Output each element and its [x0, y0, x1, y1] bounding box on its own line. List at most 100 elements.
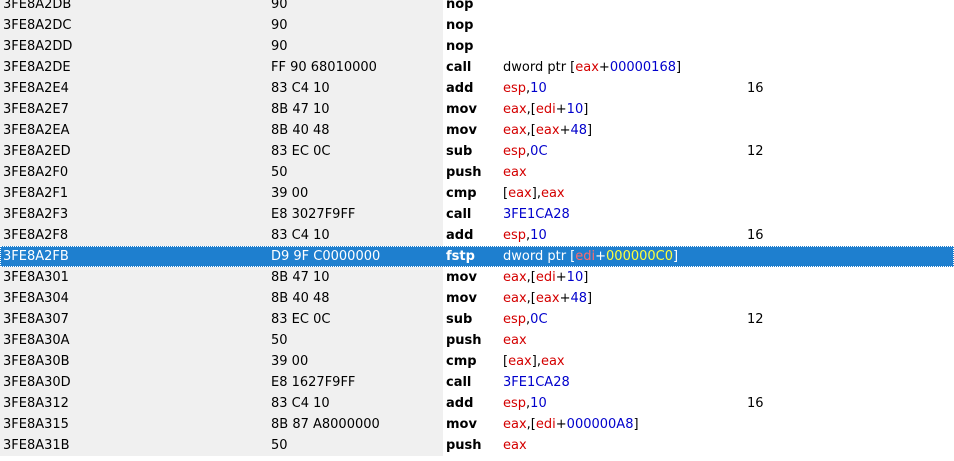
instruction-operands: esp,10: [503, 78, 547, 99]
instruction-address: 3FE8A30B: [3, 354, 70, 369]
operand-register: esp: [503, 312, 527, 327]
instruction-operands: 3FE1CA28: [503, 204, 570, 225]
instruction-operands: eax,[edi+000000A8]: [503, 414, 639, 435]
instruction-mnemonic: mov: [446, 417, 477, 432]
instruction-operands: eax,[eax+48]: [503, 120, 592, 141]
instruction-address: 3FE8A2DB: [3, 0, 72, 12]
instruction-row[interactable]: 3FE8A304 8B 40 48 mov eax,[eax+48]: [0, 288, 954, 309]
disassembly-view[interactable]: 3FE8A2DB 90 nop 3FE8A2DC 90 nop 3FE8A2DD 90 nop 3…: [0, 0, 954, 461]
operand-number: 10: [566, 270, 584, 285]
operand-text: ]: [587, 123, 593, 138]
operand-number: 48: [570, 291, 588, 306]
instruction-row[interactable]: 3FE8A2F0 50 push eax: [0, 162, 954, 183]
instruction-mnemonic: push: [446, 333, 482, 348]
instruction-bytes: 50: [271, 333, 288, 348]
operand-text: ,[: [526, 270, 536, 285]
operand-number: 10: [530, 396, 547, 411]
instruction-row[interactable]: 3FE8A30D E8 1627F9FF call 3FE1CA28: [0, 372, 954, 393]
operand-text: +: [559, 123, 571, 138]
instruction-row[interactable]: 3FE8A31B 50 push eax: [0, 435, 954, 456]
instruction-operands: dword ptr [edi+000000C0]: [503, 246, 678, 267]
instruction-bytes: 8B 47 10: [271, 102, 330, 117]
operand-register: esp: [503, 228, 527, 243]
selected-instruction-row[interactable]: 3FE8A2FB D9 9F C0000000 fstp dword ptr [edi…: [0, 246, 954, 267]
instruction-mnemonic: call: [446, 60, 472, 75]
instruction-address: 3FE8A30A: [3, 333, 70, 348]
instruction-row[interactable]: 3FE8A2EA 8B 40 48 mov eax,[eax+48]: [0, 120, 954, 141]
instruction-address: 3FE8A315: [3, 417, 69, 432]
instruction-operands: [eax],eax: [503, 351, 565, 372]
instruction-row[interactable]: 3FE8A2DE FF 90 68010000 call dword ptr [eax…: [0, 57, 954, 78]
instruction-row[interactable]: 3FE8A2DB 90 nop: [0, 0, 954, 15]
instruction-mnemonic: call: [446, 375, 472, 390]
operand-register: eax: [508, 186, 532, 201]
operand-text: dword ptr [: [503, 249, 576, 264]
operand-register: esp: [503, 396, 527, 411]
instruction-row[interactable]: 3FE8A2E7 8B 47 10 mov eax,[edi+10]: [0, 99, 954, 120]
instruction-mnemonic: mov: [446, 270, 477, 285]
instruction-bytes: 83 EC 0C: [271, 312, 331, 327]
operand-text: ]: [673, 249, 679, 264]
operand-number: 10: [566, 102, 584, 117]
instruction-mnemonic: cmp: [446, 354, 477, 369]
operand-text: ],: [531, 186, 541, 201]
instruction-bytes: 50: [271, 438, 288, 453]
instruction-address: 3FE8A2E7: [3, 102, 69, 117]
instruction-address: 3FE8A2E4: [3, 81, 69, 96]
operand-number: 3FE1CA28: [503, 207, 570, 222]
instruction-row[interactable]: 3FE8A2ED 83 EC 0C sub esp,0C 12: [0, 141, 954, 162]
operand-register: eax: [508, 354, 532, 369]
operand-text: ],: [531, 354, 541, 369]
operand-text: +: [559, 291, 571, 306]
instruction-row[interactable]: 3FE8A301 8B 47 10 mov eax,[edi+10]: [0, 267, 954, 288]
operand-register: esp: [503, 144, 527, 159]
instruction-bytes: 90: [271, 0, 288, 12]
instruction-address: 3FE8A30D: [3, 375, 71, 390]
operand-number: 00000168: [609, 60, 676, 75]
instruction-bytes: 8B 40 48: [271, 291, 330, 306]
instruction-row[interactable]: 3FE8A2F8 83 C4 10 add esp,10 16: [0, 225, 954, 246]
instruction-row[interactable]: 3FE8A312 83 C4 10 add esp,10 16: [0, 393, 954, 414]
instruction-address: 3FE8A2EA: [3, 123, 70, 138]
instruction-row[interactable]: 3FE8A2F3 E8 3027F9FF call 3FE1CA28: [0, 204, 954, 225]
instruction-address: 3FE8A307: [3, 312, 69, 327]
instruction-bytes: 83 EC 0C: [271, 144, 331, 159]
instruction-address: 3FE8A2DD: [3, 39, 73, 54]
operand-register: eax: [535, 291, 560, 306]
instruction-row[interactable]: 3FE8A30A 50 push eax: [0, 330, 954, 351]
operand-register: eax: [503, 270, 527, 285]
instruction-mnemonic: nop: [446, 39, 474, 54]
instruction-row[interactable]: 3FE8A307 83 EC 0C sub esp,0C 12: [0, 309, 954, 330]
instruction-mnemonic: sub: [446, 144, 473, 159]
instruction-address: 3FE8A2ED: [3, 144, 71, 159]
operand-register: edi: [535, 270, 556, 285]
instruction-row[interactable]: 3FE8A2DC 90 nop: [0, 15, 954, 36]
operand-register: edi: [535, 102, 556, 117]
operand-text: ]: [583, 270, 589, 285]
instruction-bytes: 39 00: [271, 354, 309, 369]
instruction-bytes: E8 1627F9FF: [271, 375, 356, 390]
instruction-mnemonic: add: [446, 396, 474, 411]
instruction-row[interactable]: 3FE8A30B 39 00 cmp [eax],eax: [0, 351, 954, 372]
operand-register: edi: [575, 249, 596, 264]
instruction-address: 3FE8A2F1: [3, 186, 69, 201]
instruction-row[interactable]: 3FE8A2DD 90 nop: [0, 36, 954, 57]
instruction-bytes: 90: [271, 18, 288, 33]
instruction-mnemonic: push: [446, 438, 482, 453]
instruction-address: 3FE8A2FB: [3, 249, 69, 264]
instruction-row[interactable]: 3FE8A2E4 83 C4 10 add esp,10 16: [0, 78, 954, 99]
instruction-operands: esp,0C: [503, 309, 548, 330]
instruction-mnemonic: cmp: [446, 186, 477, 201]
operand-number: 0C: [530, 312, 548, 327]
instruction-row[interactable]: 3FE8A2F1 39 00 cmp [eax],eax: [0, 183, 954, 204]
instruction-address: 3FE8A312: [3, 396, 69, 411]
operand-number: 000000C0: [606, 249, 674, 264]
instruction-row[interactable]: 3FE8A315 8B 87 A8000000 mov eax,[edi+000000…: [0, 414, 954, 435]
instruction-bytes: D9 9F C0000000: [271, 249, 381, 264]
operand-register: eax: [503, 123, 527, 138]
operand-text: ,[: [526, 102, 536, 117]
operand-text: ]: [633, 417, 639, 432]
instruction-operands: esp,10: [503, 225, 547, 246]
operand-text: +: [555, 102, 567, 117]
operand-text: +: [598, 60, 610, 75]
